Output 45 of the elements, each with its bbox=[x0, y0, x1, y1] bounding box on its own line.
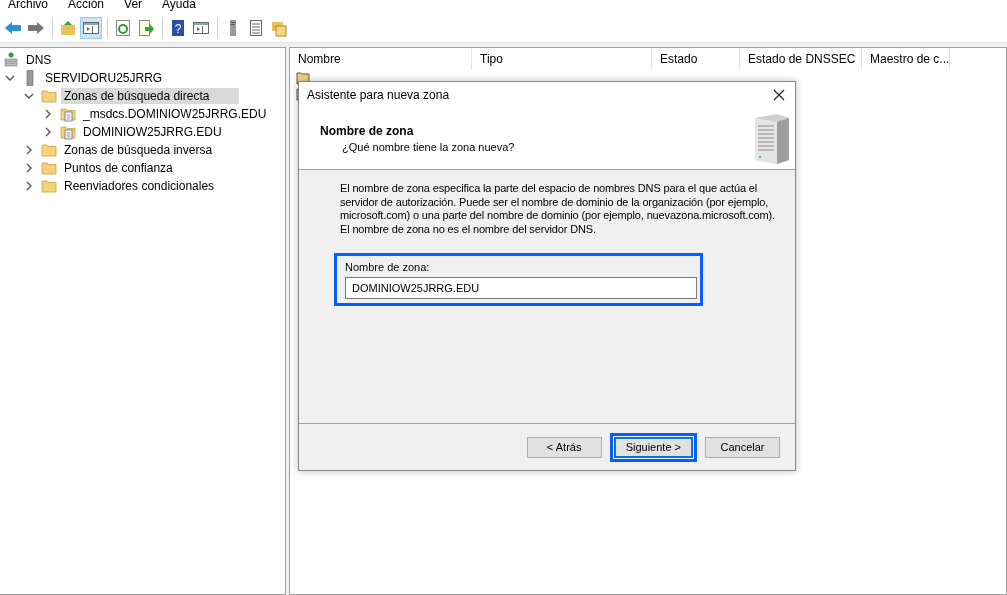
column-header[interactable]: Estado bbox=[652, 48, 740, 70]
dialog-button[interactable]: Cancelar bbox=[705, 436, 780, 458]
folder-icon bbox=[41, 142, 57, 158]
export-icon bbox=[137, 19, 155, 37]
folder-icon bbox=[41, 178, 57, 194]
column-header[interactable]: Estado de DNSSEC bbox=[740, 48, 862, 70]
network-icon bbox=[3, 52, 19, 68]
folder-icon bbox=[41, 88, 57, 104]
tree-item[interactable]: Puntos de confianza bbox=[61, 160, 176, 176]
tree-item[interactable]: SERVIDORU25JRRG bbox=[42, 70, 166, 86]
column-header[interactable]: Tipo bbox=[472, 48, 652, 70]
column-header[interactable]: Nombre bbox=[290, 48, 472, 70]
dialog-button[interactable]: Siguiente > bbox=[613, 436, 693, 458]
pane-icon bbox=[192, 19, 210, 37]
column-header[interactable]: Maestro de c... bbox=[862, 48, 950, 70]
tree-item[interactable]: DNS bbox=[23, 52, 55, 68]
menu-item[interactable]: Archivo bbox=[8, 0, 48, 12]
tree-item[interactable]: _msdcs.DOMINIOW25JRRG.EDU bbox=[80, 106, 270, 122]
dialog-title: Asistente para nueva zona bbox=[307, 87, 450, 102]
page-heading: Nombre de zona bbox=[320, 123, 415, 138]
menu-item[interactable]: Ayuda bbox=[162, 0, 196, 12]
zone-file-icon bbox=[60, 124, 76, 140]
folder-icon bbox=[41, 160, 57, 176]
tree-button[interactable] bbox=[80, 17, 102, 39]
tree-item[interactable]: Zonas de búsqueda inversa bbox=[61, 142, 216, 158]
help-button[interactable]: ? bbox=[167, 17, 189, 39]
zone-name-field[interactable]: DOMINIOW25JRRG.EDU bbox=[345, 277, 697, 299]
page-subheading: ¿Qué nombre tiene la zona nueva? bbox=[341, 140, 515, 153]
tree-item[interactable]: Zonas de búsqueda directa bbox=[61, 88, 240, 104]
dialog-button[interactable]: < Atrás bbox=[526, 436, 602, 458]
field-label: Nombre de zona: bbox=[345, 261, 431, 273]
up-icon bbox=[59, 19, 77, 37]
back-icon bbox=[4, 19, 22, 37]
menu-item[interactable]: Ver bbox=[124, 0, 143, 12]
tree-icon bbox=[82, 19, 100, 37]
folders-icon bbox=[270, 19, 288, 37]
refresh-icon bbox=[114, 19, 132, 37]
menu-item[interactable]: Acción bbox=[68, 0, 105, 12]
close-icon[interactable] bbox=[773, 88, 785, 101]
list-icon bbox=[247, 19, 265, 37]
forward-icon bbox=[27, 19, 45, 37]
description-text: El nombre de zona especifica la parte del espacio de nombres DNS para el que actúa el servidor de autorización. Puede ser el nombre de dominio de la organización (por ejemplo, microsoft.com) o una parte del nombre de dominio (por ejemplo, nuevazona.microsoft.com). El nombre de zona no es el nombre del servidor DNS. bbox=[340, 182, 776, 236]
tree-item[interactable]: DOMINIOW25JRRG.EDU bbox=[80, 124, 225, 140]
zone-file-icon bbox=[60, 106, 76, 122]
tree-item[interactable]: Reenviadores condicionales bbox=[61, 178, 218, 194]
